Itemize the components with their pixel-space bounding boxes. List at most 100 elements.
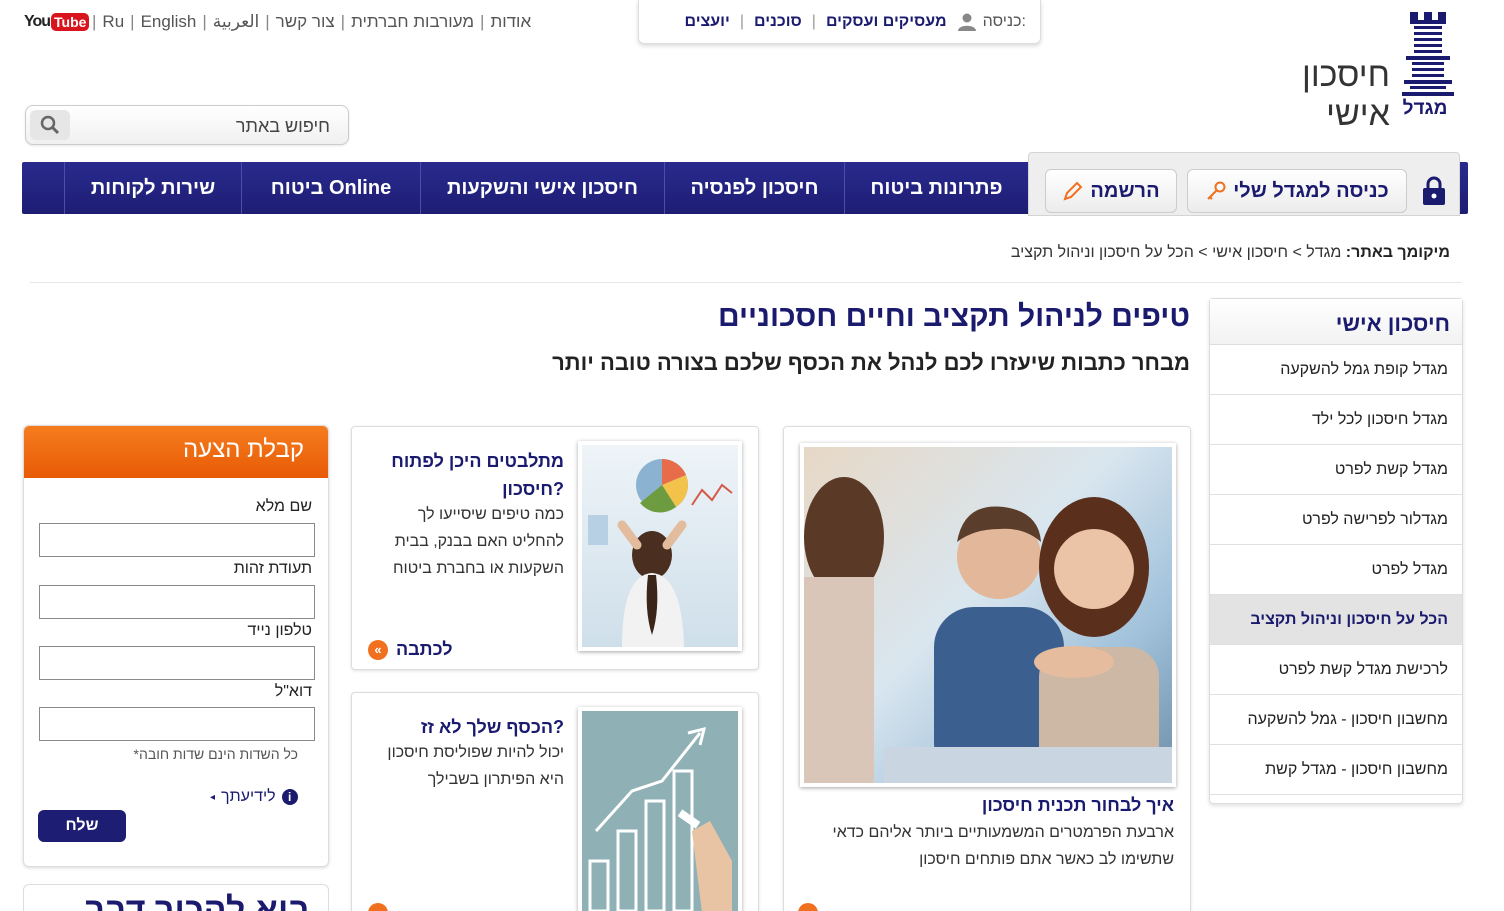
article-photo (578, 707, 742, 911)
article-desc: שתשימו לב כאשר אתם פותחים חיסכון (919, 851, 1174, 868)
login-panel: כניסה: מעסיקים ועסקים | סוכנים | יועצים (638, 0, 1041, 44)
learn-more-label: לידיעתך (221, 788, 276, 805)
youtube-you-text: You (24, 13, 51, 30)
field-label-fullname: שם מלא (255, 498, 312, 515)
field-label-id: תעודת זהות (233, 560, 312, 577)
sidebar-item[interactable]: מגדל חיסכון לכל ילד (1210, 395, 1462, 445)
read-more-link[interactable]: « לכתבה (368, 639, 453, 660)
article-title[interactable]: איך לבחור תכנית חיסכון (794, 791, 1174, 819)
article-desc: להחליט האם בבנק, בבית (394, 533, 564, 550)
form-title: קבלת הצעה (24, 426, 328, 478)
auth-box: כניסה למגדל שלי הרשמה (1028, 152, 1460, 216)
breadcrumb-current: הכל על חיסכון וניהול תקציב (1010, 244, 1194, 261)
separator: | (811, 12, 816, 30)
sidebar-item[interactable]: מגדלור לפרישה לפרט (1210, 495, 1462, 545)
caret-left-icon: ◂ (210, 791, 216, 803)
fullname-input[interactable] (39, 523, 315, 557)
section-title: חיסכון אישי (1301, 56, 1390, 133)
read-more-link[interactable]: « (798, 903, 818, 911)
utility-links: You Tube | Ru | English | العربية | צור ק… (24, 10, 531, 34)
login-label-text: כניסה: (982, 12, 1026, 30)
email-input[interactable] (39, 707, 315, 741)
article-desc: היא הפיתרון בשבילך (427, 771, 564, 788)
contact-link[interactable]: צור קשר (276, 12, 335, 32)
sidebar-item-active[interactable]: הכל על חיסכון וניהול תקציב (1210, 595, 1462, 645)
submit-button[interactable]: שלח (38, 810, 126, 842)
article-title[interactable]: מתלבטים היכן לפתוח (364, 447, 564, 475)
separator: | (92, 12, 97, 31)
promo-text: בוא להכיר דבר (85, 891, 310, 911)
separator: | (202, 12, 207, 31)
employers-link[interactable]: מעסיקים ועסקים (826, 13, 947, 31)
info-icon: i (281, 789, 298, 805)
separator: | (480, 12, 485, 31)
page-subtitle: מבחר כתבות שיעזרו לכם לנהל את הכסף שלכם … (552, 350, 1190, 375)
article-desc: כמה טיפים שיסייעו לך (417, 506, 564, 523)
sidebar-item[interactable]: מחשבון חיסכון - מגדל קשת (1210, 745, 1462, 795)
login-button-label: כניסה למגדל שלי (1233, 179, 1389, 202)
nav-customer-service[interactable]: שירות לקוחות (64, 162, 241, 214)
nav-online-insurance[interactable]: ביטוח Online (241, 162, 420, 214)
breadcrumb-sep: > (1292, 244, 1302, 261)
article-title[interactable]: הכסף שלך לא זז? (364, 713, 564, 741)
sidebar-item[interactable]: מגדל קופת גמל להשקעה (1210, 345, 1462, 395)
youtube-logo[interactable]: You Tube (24, 10, 90, 34)
read-more-label: לכתבה (396, 639, 453, 659)
sidebar-item[interactable]: לרכישת מגדל קשת לפרט (1210, 645, 1462, 695)
page-title: טיפים לניהול תקציב וחיים חסכוניים (717, 300, 1190, 333)
advisors-link[interactable]: יועצים (685, 13, 730, 31)
field-label-email: דוא"ל (274, 683, 312, 700)
about-link[interactable]: אודות (490, 12, 531, 32)
lang-en-link[interactable]: English (141, 12, 197, 32)
search-button[interactable] (30, 110, 70, 140)
article-desc: השקעות או בחברת ביטוח (393, 560, 564, 577)
breadcrumb-label: מיקומך באתר: (1345, 244, 1450, 261)
divider (30, 282, 1462, 283)
learn-more-link[interactable]: ◂ לידיעתך i (210, 788, 298, 806)
nav-personal-savings[interactable]: חיסכון אישי והשקעות (420, 162, 664, 214)
breadcrumb-sep: > (1198, 244, 1208, 261)
sidebar-title: חיסכון אישי (1210, 299, 1462, 345)
search-input[interactable]: חיפוש באתר (236, 116, 330, 137)
separator: | (130, 12, 135, 31)
lock-icon (1423, 176, 1445, 205)
breadcrumb-item[interactable]: חיסכון אישי (1212, 244, 1288, 261)
social-link[interactable]: מעורבות חברתית (351, 12, 474, 32)
agents-link[interactable]: סוכנים (754, 13, 802, 31)
separator: | (340, 12, 346, 31)
growth-chart-illustration (588, 726, 732, 911)
breadcrumb-item[interactable]: מגדל (1306, 244, 1341, 261)
nav-pension-savings[interactable]: חיסכון לפנסיה (664, 162, 844, 214)
separator: | (265, 12, 270, 31)
sidebar-item[interactable]: מגדל קשת לפרט (1210, 445, 1462, 495)
nav-insurance-solutions[interactable]: פתרונות ביטוח (844, 162, 1028, 214)
article-card-small[interactable]: מתלבטים היכן לפתוח חיסכון? כמה טיפים שיס… (351, 426, 759, 670)
article-desc: ארבעת הפרמטרים המשמעותיים ביותר אליהם כד… (832, 824, 1174, 841)
breadcrumb: מיקומך באתר: מגדל > חיסכון אישי > הכל על… (800, 244, 1450, 262)
promo-banner[interactable]: בוא להכיר דבר (23, 884, 329, 911)
sidebar-item[interactable]: מגדל לפרט (1210, 545, 1462, 595)
people-photo-illustration (804, 477, 1172, 783)
my-migdal-login-button[interactable]: כניסה למגדל שלי (1187, 169, 1407, 213)
article-desc: יכול להיות שפוליסת חיסכון (387, 744, 564, 761)
article-title[interactable]: חיסכון? (364, 475, 564, 503)
id-number-input[interactable] (39, 585, 315, 619)
lang-ru-link[interactable]: Ru (102, 12, 124, 32)
separator: | (739, 12, 744, 30)
key-icon (1207, 181, 1226, 200)
pencil-icon (1063, 181, 1083, 201)
sidebar: חיסכון אישי מגדל קופת גמל להשקעה מגדל חי… (1209, 298, 1463, 804)
sidebar-item[interactable]: מחשבון חיסכון - גמל להשקעה (1210, 695, 1462, 745)
login-label: כניסה: (957, 12, 1026, 32)
read-more-arrow-icon: « (798, 903, 818, 911)
read-more-arrow-icon: « (368, 903, 388, 911)
lang-ar-link[interactable]: العربية (213, 12, 259, 32)
register-button-label: הרשמה (1090, 179, 1160, 202)
youtube-tube-text: Tube (51, 13, 90, 31)
mobile-phone-input[interactable] (39, 646, 315, 680)
article-card-big[interactable]: איך לבחור תכנית חיסכון ארבעת הפרמטרים המ… (783, 426, 1191, 911)
article-card-small[interactable]: הכסף שלך לא זז? יכול להיות שפוליסת חיסכו… (351, 692, 759, 911)
register-button[interactable]: הרשמה (1045, 169, 1177, 213)
read-more-link[interactable]: « (368, 903, 388, 911)
user-icon (957, 13, 976, 31)
